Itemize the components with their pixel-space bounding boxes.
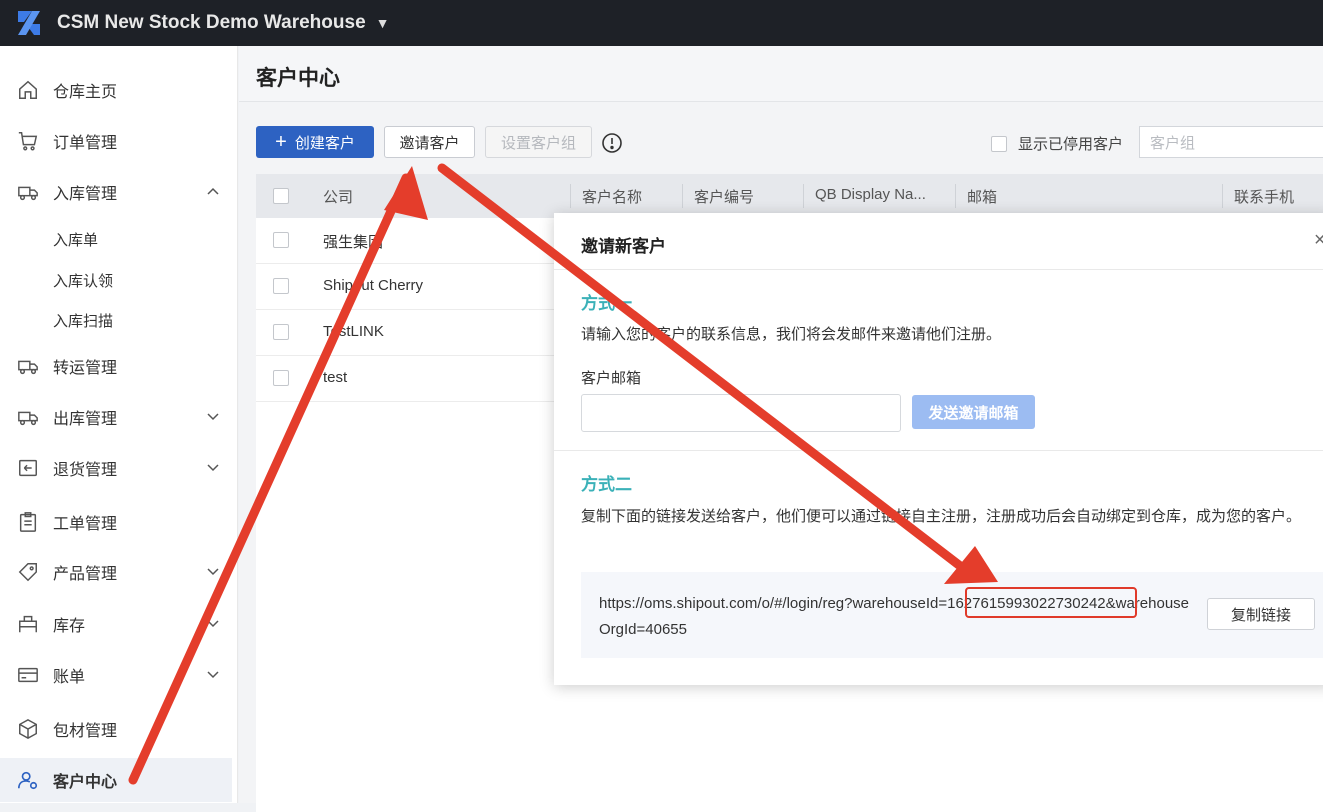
- column-divider: [955, 184, 956, 208]
- company-cell: TestLINK: [323, 323, 384, 340]
- row-checkbox[interactable]: [273, 278, 289, 294]
- home-icon: [19, 80, 37, 99]
- sidebar-item-outbound[interactable]: 出库管理: [0, 397, 232, 437]
- inbound-truck-icon: [18, 186, 38, 201]
- show-disabled-checkbox[interactable]: [991, 135, 1007, 152]
- column-header[interactable]: QB Display Na...: [815, 186, 926, 203]
- sidebar-item-billing[interactable]: 账单: [0, 655, 232, 695]
- column-header[interactable]: 邮箱: [967, 186, 997, 207]
- warehouse-name[interactable]: CSM New Stock Demo Warehouse: [57, 12, 366, 34]
- chevron-up-icon[interactable]: [206, 184, 220, 198]
- customer-email-input[interactable]: [581, 394, 901, 432]
- table-header: 公司 客户名称 客户编号 QB Display Na... 邮箱 联系手机: [256, 174, 1323, 218]
- sidebar-item-label: 账单: [53, 669, 86, 686]
- method-one-title: 方式一: [581, 294, 632, 313]
- sidebar-item-label: 订单管理: [53, 135, 118, 152]
- info-icon[interactable]: [601, 132, 623, 154]
- caret-down-icon[interactable]: ▼: [376, 15, 390, 31]
- customer-gear-icon: [18, 771, 38, 790]
- column-divider: [803, 184, 804, 208]
- clipboard-icon: [19, 512, 37, 532]
- show-disabled-toggle[interactable]: 显示已停用客户: [991, 133, 1123, 154]
- invite-customer-modal: 邀请新客户 × 方式一 请输入您的客户的联系信息，我们将会发邮件来邀请他们注册。…: [554, 213, 1323, 685]
- sidebar-item-label: 仓库主页: [53, 84, 118, 101]
- column-divider: [682, 184, 683, 208]
- column-header[interactable]: 客户编号: [694, 186, 754, 207]
- sidebar-subitem-inbound-order[interactable]: 入库单: [53, 224, 98, 254]
- invite-customer-button[interactable]: 邀请客户: [384, 126, 475, 158]
- warehouse-id-highlight: [965, 587, 1137, 618]
- outbound-truck-icon: [18, 411, 38, 426]
- company-cell: test: [323, 369, 348, 386]
- logo-icon: [18, 11, 40, 35]
- sidebar-item-label: 出库管理: [53, 411, 118, 428]
- select-all-checkbox[interactable]: [273, 188, 289, 204]
- sidebar-item-workorders[interactable]: 工单管理: [0, 502, 232, 542]
- chevron-down-icon[interactable]: [206, 409, 220, 423]
- plus-icon: +: [275, 130, 287, 153]
- sidebar-item-label: 退货管理: [53, 462, 118, 479]
- company-cell: 强生集团: [323, 234, 384, 251]
- cart-icon: [18, 132, 38, 151]
- modal-title: 邀请新客户: [581, 237, 666, 256]
- method-two-title: 方式二: [581, 475, 632, 494]
- method-two-description: 复制下面的链接发送给客户，他们便可以通过链接自主注册，注册成功后会自动绑定到仓库…: [581, 508, 1302, 525]
- sidebar-item-label: 客户中心: [53, 774, 118, 791]
- column-divider: [570, 184, 571, 208]
- sidebar-item-inbound[interactable]: 入库管理: [0, 172, 232, 212]
- sidebar-item-label: 转运管理: [53, 360, 118, 377]
- copy-link-button[interactable]: 复制链接: [1207, 598, 1315, 630]
- sidebar-item-label: 入库管理: [53, 186, 118, 203]
- close-icon[interactable]: ×: [1314, 229, 1323, 252]
- chevron-down-icon[interactable]: [206, 667, 220, 681]
- sidebar-item-transfer[interactable]: 转运管理: [0, 346, 232, 386]
- box-icon: [19, 718, 37, 740]
- transfer-truck-icon: [18, 360, 38, 375]
- sidebar-item-inventory[interactable]: 库存: [0, 604, 232, 644]
- return-icon: [19, 459, 37, 477]
- sidebar-item-label: 包材管理: [53, 723, 118, 740]
- inventory-icon: [19, 615, 37, 633]
- sidebar-item-label: 工单管理: [53, 516, 118, 533]
- sidebar-item-packaging[interactable]: 包材管理: [0, 709, 232, 749]
- column-header[interactable]: 客户名称: [582, 186, 642, 207]
- sidebar-subitem-inbound-scan[interactable]: 入库扫描: [53, 305, 113, 335]
- page-title: 客户中心: [256, 67, 340, 90]
- set-customer-group-button[interactable]: 设置客户组: [485, 126, 592, 158]
- column-header[interactable]: 联系手机: [1234, 186, 1294, 207]
- modal-divider: [554, 269, 1323, 270]
- sidebar-item-customers[interactable]: 客户中心: [0, 758, 232, 802]
- modal-divider: [554, 450, 1323, 451]
- customer-group-select[interactable]: 客户组: [1139, 126, 1323, 158]
- column-divider: [1222, 184, 1223, 208]
- sidebar-subitem-inbound-claim[interactable]: 入库认领: [53, 265, 113, 295]
- sidebar-item-returns[interactable]: 退货管理: [0, 448, 232, 488]
- show-disabled-label: 显示已停用客户: [1018, 136, 1124, 153]
- page-header: 客户中心: [239, 46, 1323, 102]
- top-bar: CSM New Stock Demo Warehouse ▼: [0, 0, 1323, 46]
- sidebar-item-orders[interactable]: 订单管理: [0, 121, 232, 161]
- tag-icon: [18, 563, 37, 582]
- sidebar-item-label: 库存: [53, 618, 86, 635]
- row-checkbox[interactable]: [273, 324, 289, 340]
- email-label: 客户邮箱: [581, 370, 642, 387]
- chevron-down-icon[interactable]: [206, 460, 220, 474]
- create-customer-button[interactable]: + 创建客户: [256, 126, 374, 158]
- sidebar: 仓库主页 订单管理 入库管理 入库单 入库认领 入库扫描 转运管理 出库管理 退…: [0, 46, 238, 803]
- create-customer-label: 创建客户: [294, 134, 355, 152]
- column-header[interactable]: 公司: [323, 186, 353, 207]
- card-icon: [18, 667, 38, 683]
- chevron-down-icon[interactable]: [206, 564, 220, 578]
- send-invite-button[interactable]: 发送邀请邮箱: [912, 395, 1035, 429]
- company-cell: Shipout Cherry: [323, 277, 424, 294]
- row-checkbox[interactable]: [273, 370, 289, 386]
- sidebar-item-home[interactable]: 仓库主页: [0, 70, 232, 110]
- row-checkbox[interactable]: [273, 232, 289, 248]
- invite-link-box: https://oms.shipout.com/o/#/login/reg?wa…: [581, 572, 1323, 658]
- chevron-down-icon[interactable]: [206, 616, 220, 630]
- sidebar-item-label: 产品管理: [53, 566, 118, 583]
- method-one-description: 请输入您的客户的联系信息，我们将会发邮件来邀请他们注册。: [581, 326, 1002, 343]
- sidebar-item-products[interactable]: 产品管理: [0, 552, 232, 592]
